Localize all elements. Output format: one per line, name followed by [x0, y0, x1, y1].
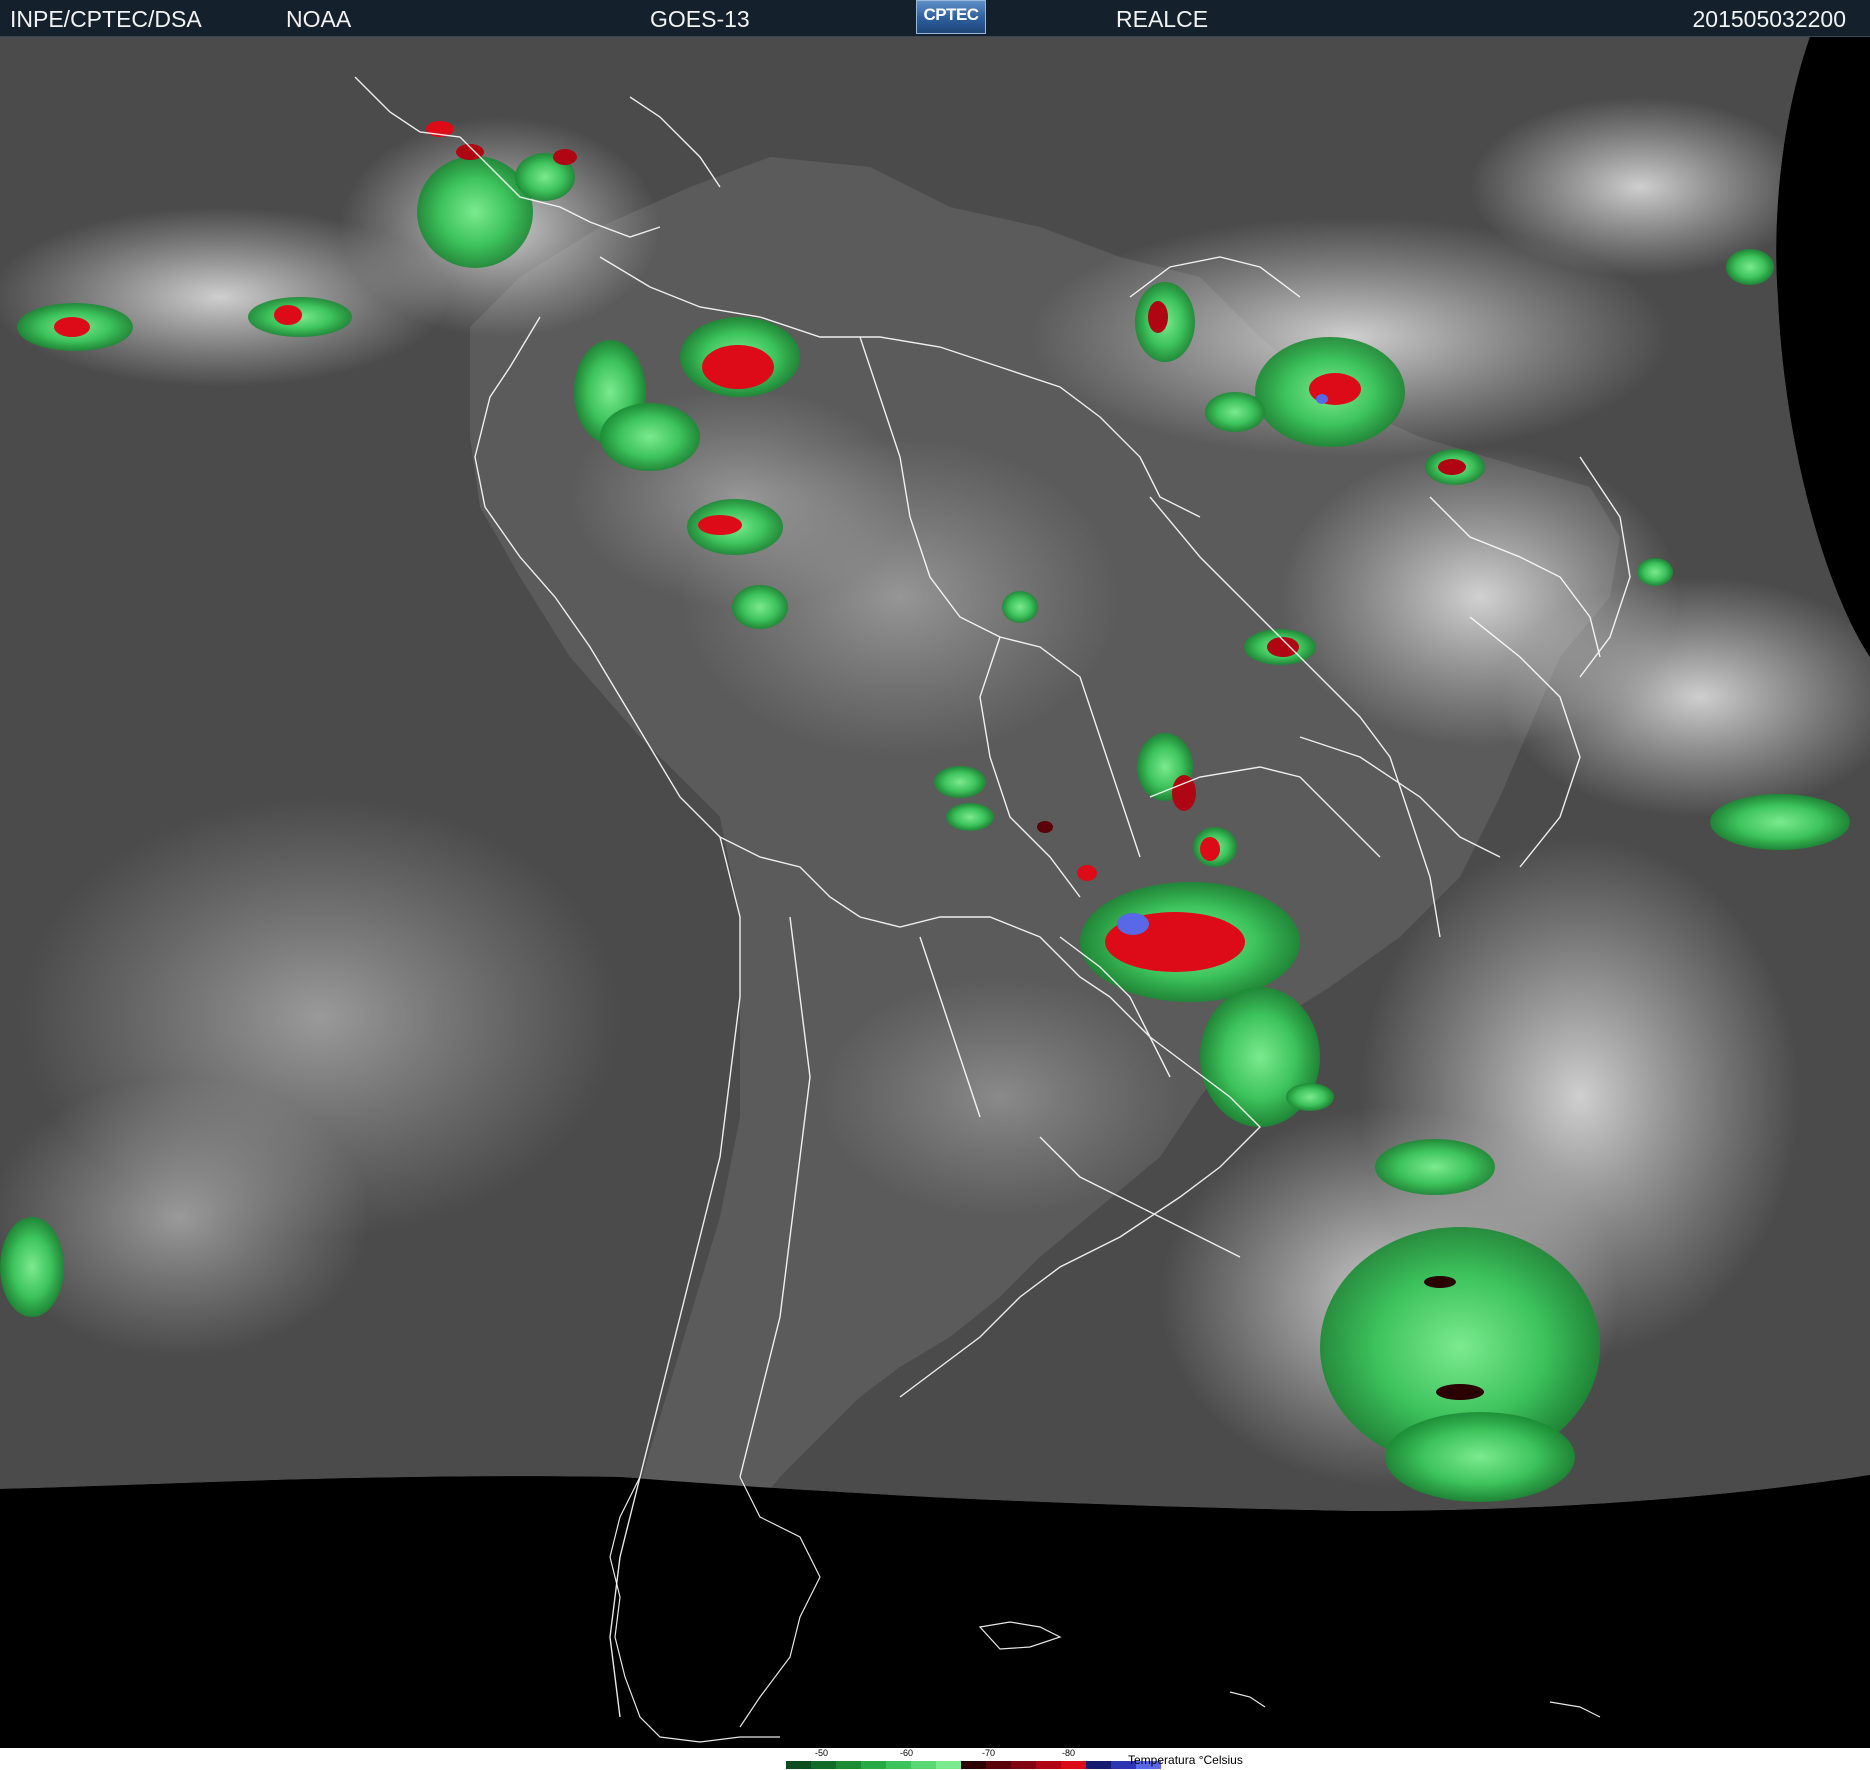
- product-label: REALCE: [1116, 6, 1209, 32]
- legend-tick-minus-80: -80: [1062, 1748, 1076, 1758]
- legend-swatch-8: [986, 1761, 1011, 1769]
- satellite-map-svg: [0, 37, 1870, 1760]
- legend-tick-minus-70: -70: [982, 1748, 996, 1758]
- legend-swatch-11: [1061, 1761, 1086, 1769]
- legend-swatch-1: [811, 1761, 836, 1769]
- legend-swatch-3: [861, 1761, 886, 1769]
- satellite-label: GOES-13: [650, 6, 750, 32]
- cptec-logo: CPTEC: [916, 0, 986, 34]
- legend-swatch-0: [786, 1761, 811, 1769]
- timestamp-label: 201505032200: [1692, 6, 1847, 32]
- legend-swatch-12: [1086, 1761, 1111, 1769]
- satellite-image: [0, 37, 1870, 1760]
- legend-swatch-6: [936, 1761, 961, 1769]
- legend-tick-minus-60: -60: [900, 1748, 914, 1758]
- legend-title: Temperatura °Celsius: [1128, 1753, 1243, 1767]
- legend-tick-minus-50: -50: [815, 1748, 829, 1758]
- agency-label: NOAA: [286, 6, 352, 32]
- legend-swatch-7: [961, 1761, 986, 1769]
- legend-swatch-5: [911, 1761, 936, 1769]
- organization-label: INPE/CPTEC/DSA: [10, 6, 202, 32]
- temperature-legend: -50 -60 -70 -80 Temperatura °Celsius: [0, 1748, 1870, 1770]
- header-bar: INPE/CPTEC/DSA NOAA GOES-13 CPTEC REALCE…: [0, 0, 1870, 37]
- space-bottom: [0, 1475, 1870, 1760]
- legend-swatch-4: [886, 1761, 911, 1769]
- legend-color-bar: [786, 1761, 1161, 1769]
- legend-swatch-9: [1011, 1761, 1036, 1769]
- legend-swatch-2: [836, 1761, 861, 1769]
- cptec-logo-text: CPTEC: [923, 5, 979, 24]
- legend-swatch-10: [1036, 1761, 1061, 1769]
